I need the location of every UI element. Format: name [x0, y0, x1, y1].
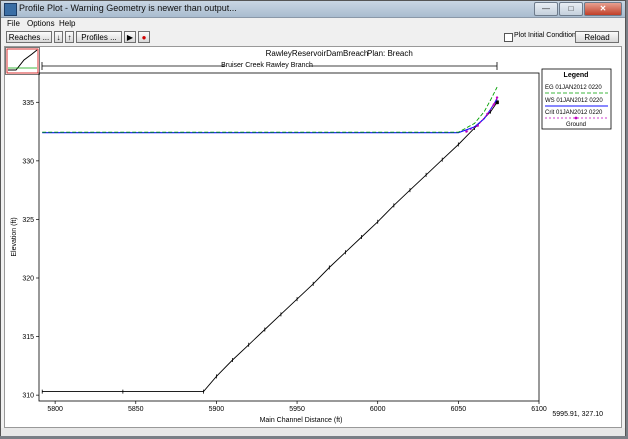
- x-tick-label: 6050: [451, 406, 467, 413]
- chart-title: RawleyReservoirDamBreach: [266, 49, 369, 58]
- legend-item-ws: WS 01JAN2012 0220: [545, 98, 603, 104]
- crit-point-marker: [476, 124, 479, 127]
- legend-marker-crit: [574, 116, 578, 120]
- legend-item-ground: Ground: [566, 122, 586, 128]
- cursor-coordinates: 5995.91, 327.10: [552, 411, 603, 418]
- crit-point-marker: [486, 112, 489, 116]
- crit-point-marker: [492, 103, 496, 106]
- series-line-ground: [42, 102, 498, 393]
- legend-item-crit: Crit 01JAN2012 0220: [545, 110, 603, 116]
- axes: 5800 5850 5900 5950 6000 6050 6100 310 315 320 325…: [22, 100, 547, 413]
- y-tick-label: 325: [22, 217, 34, 224]
- reach-label: Bruiser Creek Rawley Branch: [221, 62, 313, 69]
- crit-point-marker: [495, 96, 499, 99]
- chart-plan: Plan: Breach: [367, 49, 413, 58]
- series-group: [41, 86, 499, 394]
- x-tick-label: 5850: [128, 406, 144, 413]
- y-tick-label: 320: [22, 276, 34, 283]
- series-line-ws: [42, 98, 498, 134]
- x-tick-label: 5950: [289, 406, 305, 413]
- y-tick-label: 310: [22, 393, 34, 400]
- x-tick-label: 5900: [209, 406, 225, 413]
- x-axis-label: Main Channel Distance (ft): [260, 417, 343, 424]
- crit-point-marker: [465, 130, 468, 133]
- profile-plot-window: Profile Plot - Warning Geometry is newer…: [0, 0, 626, 436]
- legend: Legend EG 01JAN2012 0220 WS 01JAN2012 02…: [541, 68, 612, 130]
- y-tick-label: 315: [22, 334, 34, 341]
- y-tick-label: 335: [22, 100, 34, 107]
- profile-chart: RawleyReservoirDamBreach Plan: Breach Br…: [11, 49, 612, 424]
- y-tick-label: 330: [22, 158, 34, 165]
- series-line-eg: [42, 86, 498, 133]
- y-axis-label: Elevation (ft): [11, 217, 18, 256]
- legend-item-eg: EG 01JAN2012 0220: [545, 85, 602, 91]
- x-tick-label: 5800: [47, 406, 63, 413]
- plot-frame: [38, 72, 540, 402]
- legend-title: Legend: [564, 72, 589, 79]
- status-bar: [1, 428, 625, 436]
- x-tick-label: 6000: [370, 406, 386, 413]
- x-tick-label: 6100: [531, 406, 547, 413]
